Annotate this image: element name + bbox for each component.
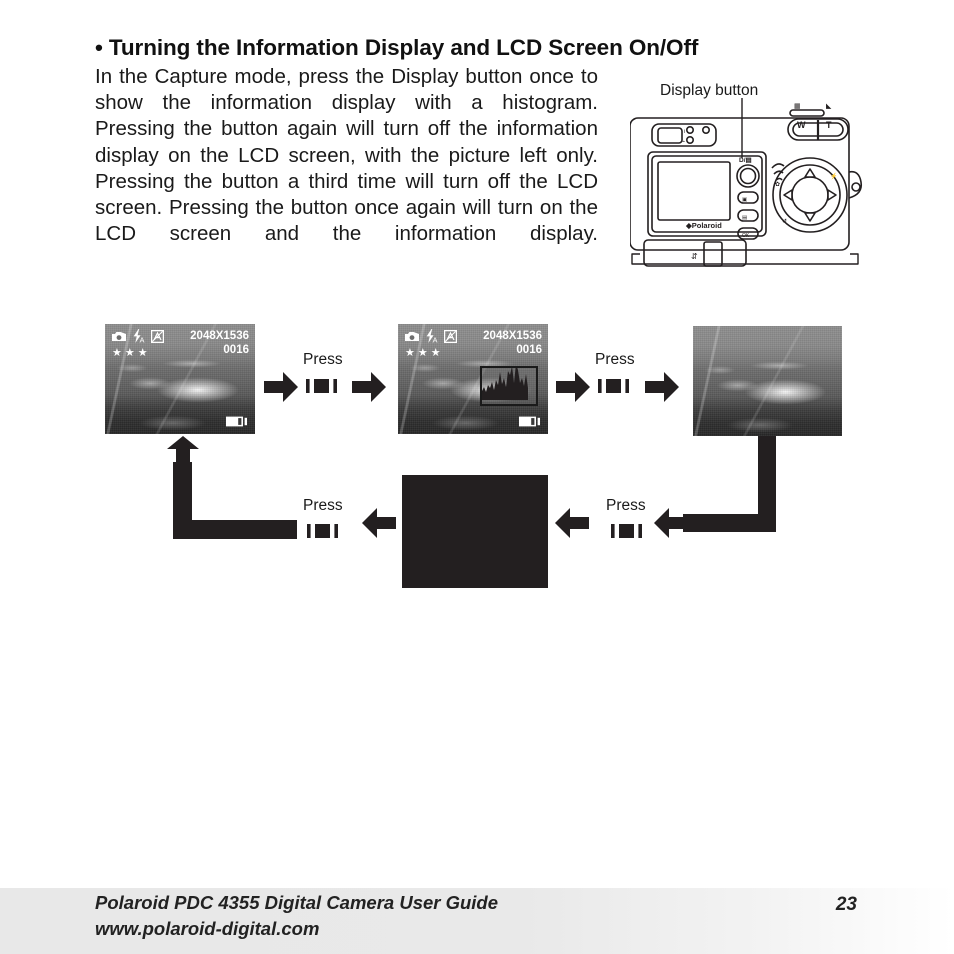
osd-quality-stars: ★★★: [405, 347, 444, 359]
display-button-icon-1: [306, 379, 337, 393]
lcd-screen-picture-only: [693, 326, 842, 436]
osd-icon-row: A: [404, 329, 457, 343]
flow-arrow-right-2b: [645, 372, 679, 402]
press-label-1: Press: [303, 351, 343, 368]
svg-text:A: A: [433, 335, 438, 343]
camera-icon: [112, 331, 126, 341]
osd-shots-remaining: 0016: [516, 344, 542, 356]
display-mode-flow-diagram: A ★★★ 2048X1536 0016 Press A ★★★ 2048X15…: [0, 0, 954, 954]
svg-text:A: A: [140, 335, 145, 343]
lcd-screen-info-display-histogram: A ★★★ 2048X1536 0016: [398, 324, 548, 434]
osd-histogram: [480, 364, 538, 406]
footer-website: www.polaroid-digital.com: [95, 918, 320, 939]
flow-arrow-left-into-blackbox: [555, 508, 589, 538]
histogram-plot: [482, 364, 528, 400]
flash-auto-icon: A: [133, 329, 145, 343]
osd-overlay: A ★★★ 2048X1536 0016: [398, 324, 548, 434]
press-label-3: Press: [606, 497, 646, 514]
osd-quality-stars: ★★★: [112, 347, 151, 359]
osd-resolution: 2048X1536: [190, 330, 249, 342]
lcd-screen-info-display: A ★★★ 2048X1536 0016: [105, 324, 255, 434]
flow-arrow-right-1a: [264, 372, 298, 402]
flow-arrow-right-1b: [352, 372, 386, 402]
page-number: 23: [835, 894, 857, 915]
display-button-icon-2: [598, 379, 629, 393]
osd-overlay: A ★★★ 2048X1536 0016: [105, 324, 255, 434]
press-label-2: Press: [595, 351, 635, 368]
flow-arrow-left-4: [362, 508, 396, 538]
battery-icon: [519, 416, 540, 427]
flow-connector-left-vertical: [173, 462, 192, 539]
preview-image: [693, 326, 842, 436]
flow-arrow-left-3: [654, 508, 688, 538]
osd-resolution: 2048X1536: [483, 330, 542, 342]
camera-icon: [405, 331, 419, 341]
footer-text: Polaroid PDC 4355 Digital Camera User Gu…: [95, 890, 498, 942]
osd-icon-row: A: [111, 329, 164, 343]
flash-auto-icon: A: [426, 329, 438, 343]
display-button-icon-3: [611, 524, 642, 538]
image-quality-icon: [444, 329, 457, 343]
image-quality-icon: [151, 329, 164, 343]
osd-shots-remaining: 0016: [223, 344, 249, 356]
manual-page: • Turning the Information Display and LC…: [0, 0, 954, 954]
battery-icon: [226, 416, 247, 427]
flow-arrow-right-2a: [556, 372, 590, 402]
flow-connector-right-horizontal: [683, 514, 776, 532]
flow-arrow-up-1: [167, 436, 199, 468]
footer-guide-title: Polaroid PDC 4355 Digital Camera User Gu…: [95, 892, 499, 913]
press-label-4: Press: [303, 497, 343, 514]
lcd-screen-off: [402, 475, 548, 588]
display-button-icon-4: [307, 524, 338, 538]
